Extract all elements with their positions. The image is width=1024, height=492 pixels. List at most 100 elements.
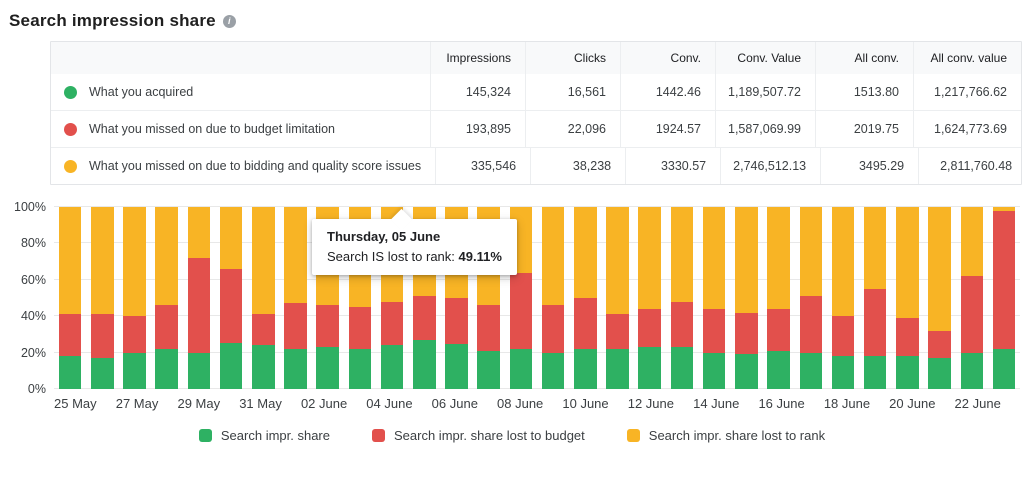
bar-20-june[interactable] xyxy=(896,207,919,389)
legend-swatch-icon xyxy=(627,429,640,442)
bar-26-may[interactable] xyxy=(91,207,114,389)
segment-impr-share xyxy=(477,351,500,389)
bar-23-june[interactable] xyxy=(993,207,1016,389)
segment-lost-to-rank xyxy=(188,207,211,258)
bar-31-may[interactable] xyxy=(252,207,275,389)
bar-slot xyxy=(247,207,279,389)
legend-item-search-impr-share-lost-to-budget[interactable]: Search impr. share lost to budget xyxy=(372,428,585,443)
info-icon[interactable]: i xyxy=(223,15,236,28)
x-tick-label: 02 June xyxy=(301,396,347,411)
bar-15-june[interactable] xyxy=(735,207,758,389)
bar-25-may[interactable] xyxy=(59,207,82,389)
value-cell: 335,546 xyxy=(435,148,530,184)
y-tick-label: 80% xyxy=(21,236,46,250)
chart-tooltip: Thursday, 05 June Search IS lost to rank… xyxy=(312,219,517,275)
bar-slot xyxy=(569,207,601,389)
x-tick-label xyxy=(413,396,432,411)
segment-lost-to-budget xyxy=(316,305,339,347)
segment-lost-to-rank xyxy=(800,207,823,296)
bar-21-june[interactable] xyxy=(928,207,951,389)
bar-12-june[interactable] xyxy=(638,207,661,389)
segment-lost-to-rank xyxy=(703,207,726,309)
x-tick-label xyxy=(97,396,116,411)
segment-lost-to-rank xyxy=(767,207,790,309)
value-cell: 193,895 xyxy=(430,111,525,147)
page-header: Search impression share i xyxy=(0,0,1024,31)
segment-impr-share xyxy=(284,349,307,389)
segment-lost-to-rank xyxy=(896,207,919,318)
bar-01-june[interactable] xyxy=(284,207,307,389)
bar-28-may[interactable] xyxy=(155,207,178,389)
row-label: What you missed on due to bidding and qu… xyxy=(89,159,421,173)
segment-impr-share xyxy=(832,356,855,389)
segment-lost-to-budget xyxy=(800,296,823,352)
table-row: What you acquired145,32416,5611442.461,1… xyxy=(51,74,1021,110)
bar-29-may[interactable] xyxy=(188,207,211,389)
bar-slot xyxy=(215,207,247,389)
y-tick-label: 20% xyxy=(21,346,46,360)
segment-lost-to-rank xyxy=(59,207,82,314)
bar-slot xyxy=(859,207,891,389)
y-tick-label: 40% xyxy=(21,309,46,323)
bar-18-june[interactable] xyxy=(832,207,855,389)
table-body: What you acquired145,32416,5611442.461,1… xyxy=(51,74,1021,184)
row-label-cell: What you acquired xyxy=(51,74,430,110)
bar-19-june[interactable] xyxy=(864,207,887,389)
segment-lost-to-budget xyxy=(510,273,533,349)
value-cell: 3330.57 xyxy=(625,148,720,184)
value-cell: 2019.75 xyxy=(815,111,913,147)
bar-16-june[interactable] xyxy=(767,207,790,389)
x-tick-label xyxy=(739,396,758,411)
segment-impr-share xyxy=(703,353,726,389)
segment-lost-to-budget xyxy=(349,307,372,349)
bar-slot xyxy=(988,207,1020,389)
bar-11-june[interactable] xyxy=(606,207,629,389)
segment-lost-to-budget xyxy=(574,298,597,349)
segment-lost-to-budget xyxy=(123,316,146,352)
segment-impr-share xyxy=(123,353,146,389)
segment-lost-to-rank xyxy=(638,207,661,309)
bar-17-june[interactable] xyxy=(800,207,823,389)
bar-09-june[interactable] xyxy=(542,207,565,389)
x-tick-label: 08 June xyxy=(497,396,543,411)
legend-item-search-impr-share-lost-to-rank[interactable]: Search impr. share lost to rank xyxy=(627,428,825,443)
segment-lost-to-budget xyxy=(477,305,500,351)
segment-impr-share xyxy=(59,356,82,389)
x-tick-label: 04 June xyxy=(366,396,412,411)
bar-27-may[interactable] xyxy=(123,207,146,389)
segment-impr-share xyxy=(864,356,887,389)
x-tick-label xyxy=(220,396,239,411)
segment-impr-share xyxy=(767,351,790,389)
page-title: Search impression share xyxy=(9,11,216,31)
segment-lost-to-budget xyxy=(252,314,275,345)
column-header: All conv. value xyxy=(913,42,1021,74)
value-cell: 3495.29 xyxy=(820,148,918,184)
segment-impr-share xyxy=(961,353,984,389)
bar-14-june[interactable] xyxy=(703,207,726,389)
segment-impr-share xyxy=(606,349,629,389)
segment-lost-to-budget xyxy=(188,258,211,353)
segment-lost-to-budget xyxy=(864,289,887,356)
bar-10-june[interactable] xyxy=(574,207,597,389)
legend-swatch-icon xyxy=(372,429,385,442)
bar-13-june[interactable] xyxy=(671,207,694,389)
x-axis: 25 May27 May29 May31 May02 June04 June06… xyxy=(54,389,1020,411)
series-color-dot xyxy=(64,123,77,136)
segment-lost-to-budget xyxy=(928,331,951,358)
bar-30-may[interactable] xyxy=(220,207,243,389)
column-header: Clicks xyxy=(525,42,620,74)
row-label: What you missed on due to budget limitat… xyxy=(89,122,335,136)
segment-lost-to-rank xyxy=(284,207,307,303)
x-tick-label xyxy=(347,396,366,411)
x-tick-label xyxy=(870,396,889,411)
x-tick-label: 31 May xyxy=(239,396,282,411)
column-header: Impressions xyxy=(430,42,525,74)
legend-item-search-impr-share[interactable]: Search impr. share xyxy=(199,428,330,443)
value-cell: 1924.57 xyxy=(620,111,715,147)
segment-lost-to-budget xyxy=(381,302,404,346)
segment-lost-to-rank xyxy=(574,207,597,298)
x-tick-label xyxy=(609,396,628,411)
bar-22-june[interactable] xyxy=(961,207,984,389)
segment-impr-share xyxy=(542,353,565,389)
x-tick-label: 27 May xyxy=(116,396,159,411)
